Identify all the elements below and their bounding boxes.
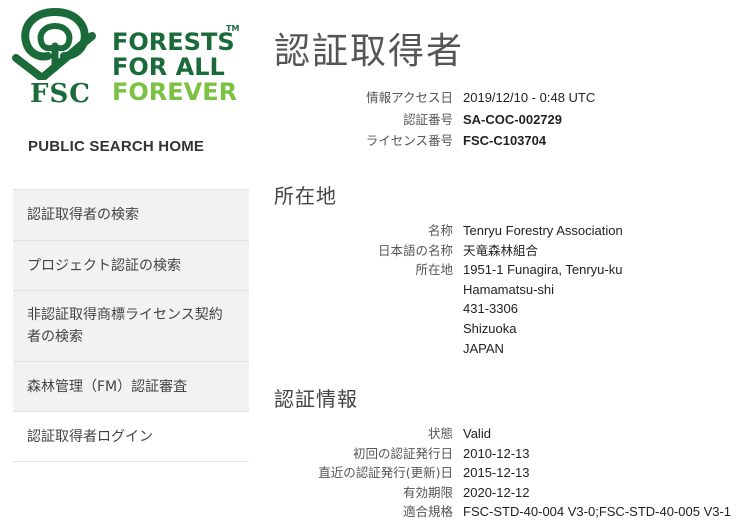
summary-block: 情報アクセス日 2019/12/10 - 0:48 UTC 認証番号 SA-CO…: [250, 88, 750, 151]
public-search-home-link[interactable]: PUBLIC SEARCH HOME: [28, 138, 204, 155]
address-line: 431-3306: [463, 301, 518, 317]
first-issue-row: 初回の認証発行日 2010-12-13: [250, 444, 750, 464]
slogan-line-forever: FOREVER: [112, 78, 238, 106]
cert-info-section-title: 認証情報: [274, 387, 358, 411]
fsc-logo[interactable]: FSC FORESTS FOR ALL FOREVER TM: [12, 6, 252, 109]
expiry-value: 2020-12-12: [463, 484, 530, 500]
jp-name-row: 日本語の名称 天竜森林組合: [250, 241, 750, 261]
slogan-line-forests: FORESTS: [112, 28, 235, 56]
sidebar-item-label: 認証取得者ログイン: [27, 428, 153, 445]
address-line: 1951-1 Funagira, Tenryu-ku: [463, 262, 623, 278]
license-number-value: FSC-C103704: [463, 133, 547, 149]
cert-number-value: SA-COC-002729: [463, 111, 562, 127]
sidebar-item-project-search[interactable]: プロジェクト認証の検索: [13, 240, 249, 290]
license-number-row: ライセンス番号 FSC-C103704: [250, 131, 750, 151]
address-label: 所在地: [415, 262, 453, 278]
sidebar-item-certificate-search[interactable]: 認証取得者の検索: [13, 189, 249, 240]
license-number-label: ライセンス番号: [365, 133, 453, 149]
sidebar-item-trademark-license-search[interactable]: 非認証取得商標ライセンス契約者の検索: [13, 290, 249, 361]
latest-issue-label: 直近の認証発行(更新)日: [318, 465, 453, 481]
standards-value: FSC-STD-40-004 V3-0;FSC-STD-40-005 V3-1: [463, 504, 732, 520]
fsc-tree-check-icon: [12, 8, 96, 80]
address-line: Hamamatsu-shi: [463, 281, 555, 297]
name-label: 名称: [427, 223, 453, 238]
name-row: 名称 Tenryu Forestry Association: [250, 221, 750, 241]
access-date-value: 2019/12/10 - 0:48 UTC: [463, 90, 596, 105]
sidebar-item-label: 認証取得者の検索: [27, 207, 139, 223]
first-issue-value: 2010-12-13: [463, 445, 530, 461]
expiry-label: 有効期限: [402, 484, 453, 500]
trademark-mark: TM: [226, 24, 240, 33]
slogan-line-for-all: FOR ALL: [112, 53, 225, 81]
latest-issue-row: 直近の認証発行(更新)日 2015-12-13: [250, 463, 750, 483]
sidebar-item-label: 非認証取得商標ライセンス契約者の検索: [27, 307, 223, 345]
sidebar-item-certificate-login[interactable]: 認証取得者ログイン: [13, 411, 249, 462]
access-date-row: 情報アクセス日 2019/12/10 - 0:48 UTC: [250, 88, 750, 108]
logo-slogan: FORESTS FOR ALL FOREVER: [112, 30, 237, 105]
address-row: 所在地 1951-1 Funagira, Tenryu-ku Hamamatsu…: [250, 260, 750, 358]
standards-label: 適合規格: [402, 504, 453, 520]
fsc-brand-text: FSC: [30, 79, 91, 109]
address-value: 1951-1 Funagira, Tenryu-ku Hamamatsu-shi…: [463, 260, 622, 358]
page-title: 認証取得者: [274, 31, 465, 72]
cert-number-label: 認証番号: [402, 111, 453, 127]
status-label: 状態: [427, 426, 453, 441]
jp-name-label: 日本語の名称: [377, 242, 453, 258]
sidebar-nav: 認証取得者の検索 プロジェクト認証の検索 非認証取得商標ライセンス契約者の検索 …: [13, 189, 249, 462]
latest-issue-value: 2015-12-13: [463, 465, 530, 481]
cert-number-row: 認証番号 SA-COC-002729: [250, 110, 750, 130]
sidebar-item-fm-audit[interactable]: 森林管理（FM）認証審査: [13, 361, 249, 411]
status-row: 状態 Valid: [250, 424, 750, 444]
location-section-title: 所在地: [274, 184, 337, 208]
status-value: Valid: [463, 426, 491, 441]
name-value: Tenryu Forestry Association: [463, 223, 623, 238]
expiry-row: 有効期限 2020-12-12: [250, 483, 750, 503]
address-line: Shizuoka: [463, 320, 517, 336]
access-date-label: 情報アクセス日: [366, 90, 453, 105]
location-block: 名称 Tenryu Forestry Association 日本語の名称 天竜…: [250, 221, 750, 358]
jp-name-value: 天竜森林組合: [463, 242, 539, 258]
sidebar-item-label: プロジェクト認証の検索: [27, 257, 181, 274]
first-issue-label: 初回の認証発行日: [352, 445, 453, 461]
cert-info-block: 状態 Valid 初回の認証発行日 2010-12-13 直近の認証発行(更新)…: [250, 424, 750, 522]
sidebar-item-label: 森林管理（FM）認証審査: [27, 378, 188, 395]
standards-row: 適合規格 FSC-STD-40-004 V3-0;FSC-STD-40-005 …: [250, 502, 750, 522]
address-line: JAPAN: [463, 340, 504, 356]
